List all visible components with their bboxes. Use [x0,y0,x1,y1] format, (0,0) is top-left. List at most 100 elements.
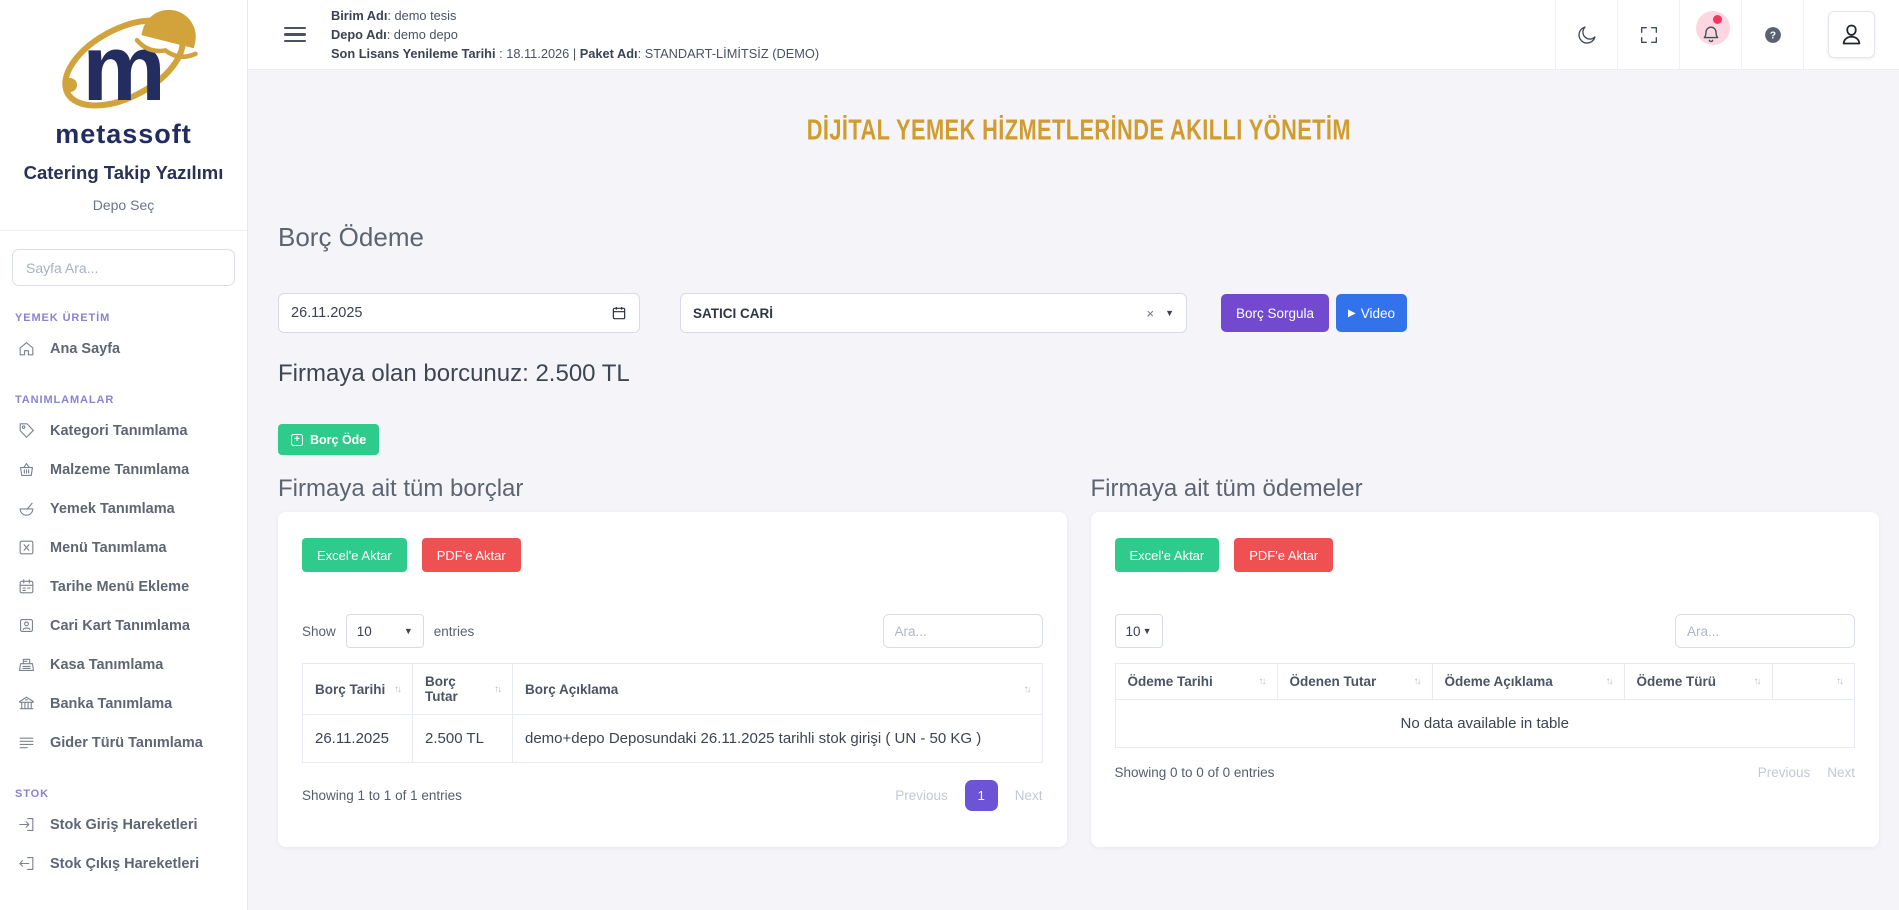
sidebar-item-tarihe-men-ekleme[interactable]: Tarihe Menü Ekleme [0,567,247,606]
depot-select-link[interactable]: Depo Seç [0,197,247,213]
debts-search-input[interactable] [883,614,1043,648]
sidebar-item-gider-t-r-tan-mlama[interactable]: Gider Türü Tanımlama [0,723,247,762]
license-line: Son Lisans Yenileme Tarihi : 18.11.2026 … [331,44,819,63]
column-header[interactable]: Ödeme Açıklama↑↓ [1432,664,1624,700]
export-pdf-button[interactable]: PDF'e Aktar [1234,538,1333,572]
sidebar-item-label: Cari Kart Tanımlama [50,618,190,634]
sidebar-item-banka-tan-mlama[interactable]: Banka Tanımlama [0,684,247,723]
payments-card: Excel'e Aktar PDF'e Aktar 10 ▼ Ödeme Tar… [1091,512,1880,847]
next-page-button[interactable]: Next [1015,788,1043,803]
user-avatar-icon [1838,21,1865,48]
sidebar-item-men-tan-mlama[interactable]: Menü Tanımlama [0,528,247,567]
export-excel-button[interactable]: Excel'e Aktar [302,538,407,572]
cash-register-icon [17,655,36,674]
sidebar-item-stok-k-hareketleri[interactable]: Stok Çıkış Hareketleri [0,844,247,883]
sidebar-item-cari-kart-tan-mlama[interactable]: Cari Kart Tanımlama [0,606,247,645]
clear-selection-icon[interactable]: × [1146,306,1154,321]
sidebar-item-label: Kasa Tanımlama [50,657,163,673]
column-header[interactable]: Ödenen Tutar↑↓ [1277,664,1432,700]
sidebar-item-label: Malzeme Tanımlama [50,462,189,478]
sort-icon: ↑↓ [1754,676,1760,687]
column-label: Borç Tarihi [315,682,385,697]
column-header[interactable]: ↑↓ [1772,664,1855,700]
payments-table: Ödeme Tarihi ↑↓ Ödenen Tutar↑↓Ödeme Açıkla… [1115,663,1856,748]
supplier-select[interactable]: SATICI CARİ × ▼ [680,293,1187,333]
sidebar-item-kategori-tan-mlama[interactable]: Kategori Tanımlama [0,411,247,450]
app-title: Catering Takip Yazılımı [0,162,247,184]
nav-section-label: STOK [15,788,247,800]
debts-section: Firmaya ait tüm borçlar Excel'e Aktar PD… [278,475,1067,847]
column-header[interactable]: Ödeme Tarihi ↑↓ [1115,664,1277,700]
bank-icon [17,694,36,713]
metassoft-logo: m metassoft [0,0,247,150]
debts-card: Excel'e Aktar PDF'e Aktar Show 10 ▼ entr… [278,512,1067,847]
sidebar-item-yemek-tan-mlama[interactable]: Yemek Tanımlama [0,489,247,528]
table-cell: 26.11.2025 [303,715,413,763]
bell-button[interactable] [1679,0,1741,69]
column-label: Borç Açıklama [525,682,618,697]
sidebar-item-malzeme-tan-mlama[interactable]: Malzeme Tanımlama [0,450,247,489]
stock-in-icon [17,815,36,834]
sidebar-search-input[interactable] [12,249,235,286]
svg-text:?: ? [1769,30,1775,41]
sidebar-item-label: Banka Tanımlama [50,696,172,712]
sort-icon: ↑↓ [1836,676,1842,687]
sort-icon: ↑↓ [1606,676,1612,687]
next-page-button[interactable]: Next [1827,765,1855,780]
previous-page-button[interactable]: Previous [1758,765,1811,780]
debt-total-text: Firmaya olan borcunuz: 2.500 TL [278,360,1879,388]
export-excel-button[interactable]: Excel'e Aktar [1115,538,1220,572]
help-icon: ? [1762,24,1784,46]
column-header[interactable]: Ödeme Türü ↑↓ [1624,664,1772,700]
table-row[interactable]: 26.11.20252.500 TLdemo+depo Deposundaki … [303,715,1043,763]
column-label: Ödeme Tarihi [1128,674,1213,689]
column-header[interactable]: Borç Açıklama↑↓ [513,664,1043,715]
sort-icon: ↑↓ [494,684,500,695]
date-input[interactable]: 26.11.2025 [278,293,640,333]
empty-message: No data available in table [1115,700,1855,748]
play-icon: ▶ [1348,308,1356,319]
table-cell: 2.500 TL [413,715,513,763]
tables-row: Firmaya ait tüm borçlar Excel'e Aktar PD… [278,475,1879,847]
menu-icon [17,538,36,557]
column-header[interactable]: Borç Tarihi ↑↓ [303,664,413,715]
sidebar-item-kasa-tan-mlama[interactable]: Kasa Tanımlama [0,645,247,684]
query-debt-button[interactable]: Borç Sorgula [1221,294,1329,332]
pay-debt-button[interactable]: + Borç Öde [278,424,379,455]
sidebar-item-ana-sayfa[interactable]: Ana Sayfa [0,329,247,368]
page-1-button[interactable]: 1 [965,780,998,811]
home-icon [17,339,36,358]
marketing-banner: DİJİTAL YEMEK HİZMETLERİNDE AKILLI YÖNET… [278,70,1879,150]
fullscreen-button[interactable] [1617,0,1679,69]
moon-button[interactable] [1555,0,1617,69]
calendar-icon[interactable] [611,305,627,321]
export-pdf-button[interactable]: PDF'e Aktar [422,538,521,572]
payments-info-text: Showing 0 to 0 of 0 entries [1115,765,1275,780]
video-button[interactable]: ▶ Video [1336,294,1407,332]
page-size-select[interactable]: 10 ▼ [346,614,424,648]
sidebar-item-label: Kategori Tanımlama [50,423,188,439]
license-info: Birim Adı: demo tesis Depo Adı: demo dep… [331,6,819,63]
sort-icon: ↑↓ [1259,676,1265,687]
id-card-icon [17,616,36,635]
nav-section-label: TANIMLAMALAR [15,394,247,406]
sidebar-item-stok-giri-hareketleri[interactable]: Stok Giriş Hareketleri [0,805,247,844]
chevron-down-icon: ▼ [404,626,413,636]
previous-page-button[interactable]: Previous [895,788,948,803]
topbar-icons: ? [1555,0,1899,69]
nav-section-label: YEMEK ÜRETİM [15,312,247,324]
depot-name-line: Depo Adı: demo depo [331,25,819,44]
calendar-icon [17,577,36,596]
help-button[interactable]: ? [1741,0,1803,69]
payments-search-input[interactable] [1675,614,1855,648]
date-value: 26.11.2025 [291,305,363,321]
page-title: Borç Ödeme [278,222,1879,253]
page-size-select[interactable]: 10 ▼ [1115,614,1163,648]
payments-title: Firmaya ait tüm ödemeler [1091,475,1880,503]
sort-icon: ↑↓ [394,684,400,695]
column-header[interactable]: Borç Tutar↑↓ [413,664,513,715]
user-avatar-button[interactable] [1803,0,1899,69]
menu-toggle-button[interactable] [284,23,306,47]
tag-icon [17,421,36,440]
column-label: Ödeme Türü [1637,674,1717,689]
